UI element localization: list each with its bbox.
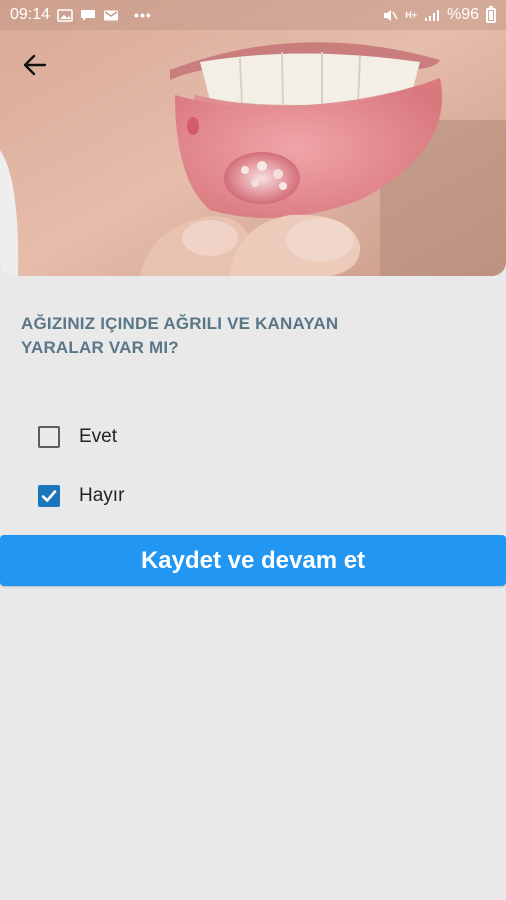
- mute-icon: [384, 9, 398, 21]
- question-text: AĞIZINIZ IÇINDE AĞRILI VE KANAYAN YARALA…: [21, 314, 339, 357]
- option-label: Evet: [79, 426, 118, 447]
- arrow-left-icon: [23, 54, 47, 76]
- status-bar: 09:14 ••• H+ %96: [0, 0, 506, 30]
- checkmark-icon: [41, 490, 57, 502]
- header-photo: [0, 0, 506, 276]
- signal-icon: [424, 9, 439, 21]
- option-label: Hayır: [79, 485, 125, 506]
- more-notifications-icon: •••: [134, 7, 152, 23]
- network-type: H+: [405, 10, 417, 20]
- battery-icon: [486, 5, 496, 23]
- save-and-continue-button[interactable]: Kaydet ve devam et: [0, 535, 506, 586]
- mail-icon: [104, 10, 119, 20]
- status-time: 09:14: [10, 6, 51, 23]
- battery-level: %96: [446, 6, 479, 23]
- option-evet[interactable]: Evet: [38, 425, 117, 449]
- back-button[interactable]: [14, 44, 56, 86]
- option-hayir[interactable]: Hayır: [38, 484, 124, 508]
- image-icon: [57, 8, 73, 22]
- checkbox-evet[interactable]: [38, 426, 60, 448]
- chat-icon: [81, 9, 96, 21]
- checkbox-hayir[interactable]: [38, 485, 60, 507]
